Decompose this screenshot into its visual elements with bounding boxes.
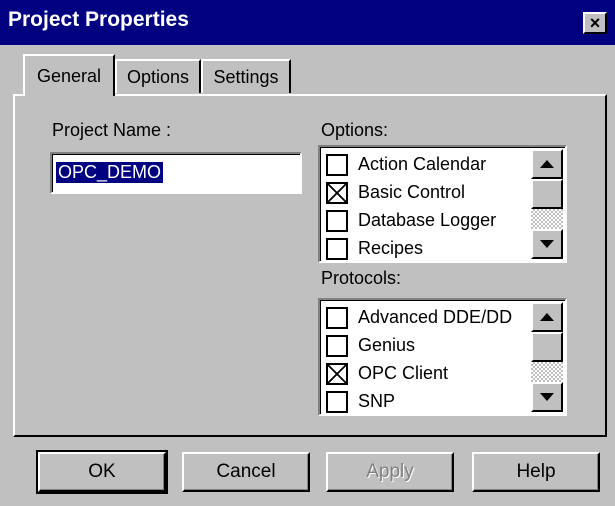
list-item[interactable]: Basic Control [326,179,465,206]
tab-settings-label: Settings [213,66,279,87]
tab-options[interactable]: Options [115,59,201,93]
protocols-label: Protocols: [321,268,402,288]
project-name-value[interactable]: OPC_DEMO [56,162,164,183]
scroll-thumb[interactable] [531,332,563,362]
ok-button[interactable]: OK [36,450,168,494]
tab-general[interactable]: General [23,54,115,96]
arrow-down-icon [540,393,554,401]
list-item-label: Genius [358,335,416,355]
list-item-label: SNP [358,391,396,411]
checkbox[interactable] [326,181,348,204]
options-label: Options: [321,120,389,140]
tab-options-label: Options [126,66,190,87]
list-item-label: Action Calendar [358,154,487,174]
list-item[interactable]: Action Calendar [326,151,486,178]
scroll-down-button[interactable] [531,382,563,412]
list-item-label: Advanced DDE/DD [358,307,513,327]
list-item-label: Basic Control [358,182,466,202]
list-item-label: Database Logger [358,210,497,230]
scroll-up-button[interactable] [531,302,563,332]
list-item[interactable]: Genius [326,332,415,359]
checkbox[interactable] [326,209,348,232]
list-item[interactable]: Recipes [326,235,424,261]
project-name-label: Project Name : [52,120,172,140]
checkbox[interactable] [326,306,348,329]
checkbox[interactable] [326,362,348,385]
close-button[interactable]: × [583,12,607,34]
arrow-up-icon [540,313,554,321]
list-item[interactable]: OPC Client [326,360,448,387]
list-item[interactable]: SNP [326,388,396,414]
arrow-down-icon [540,240,554,248]
apply-button[interactable]: Apply [326,452,454,492]
checkbox[interactable] [326,153,348,176]
close-icon: × [589,13,601,33]
tab-general-label: General [36,65,102,86]
checkbox[interactable] [326,237,348,260]
title-bar[interactable]: Project Properties × [0,0,615,45]
options-listbox[interactable]: Action Calendar Basic Control Database L… [318,145,567,263]
list-item-label: Recipes [358,238,424,258]
cancel-button[interactable]: Cancel [182,452,310,492]
list-item-label: OPC Client [358,363,449,383]
scroll-thumb[interactable] [531,179,563,209]
project-name-field[interactable]: OPC_DEMO [50,152,302,194]
window-title: Project Properties [8,8,189,31]
scroll-down-button[interactable] [531,229,563,259]
checkbox[interactable] [326,390,348,413]
tab-settings[interactable]: Settings [201,59,291,93]
list-item[interactable]: Advanced DDE/DD [326,304,512,331]
list-item[interactable]: Database Logger [326,207,496,234]
help-button[interactable]: Help [472,452,600,492]
options-scrollbar[interactable] [531,149,563,259]
protocols-listbox[interactable]: Advanced DDE/DD Genius OPC Client SNP [318,298,567,416]
scroll-up-button[interactable] [531,149,563,179]
arrow-up-icon [540,160,554,168]
protocols-scrollbar[interactable] [531,302,563,412]
checkbox[interactable] [326,334,348,357]
